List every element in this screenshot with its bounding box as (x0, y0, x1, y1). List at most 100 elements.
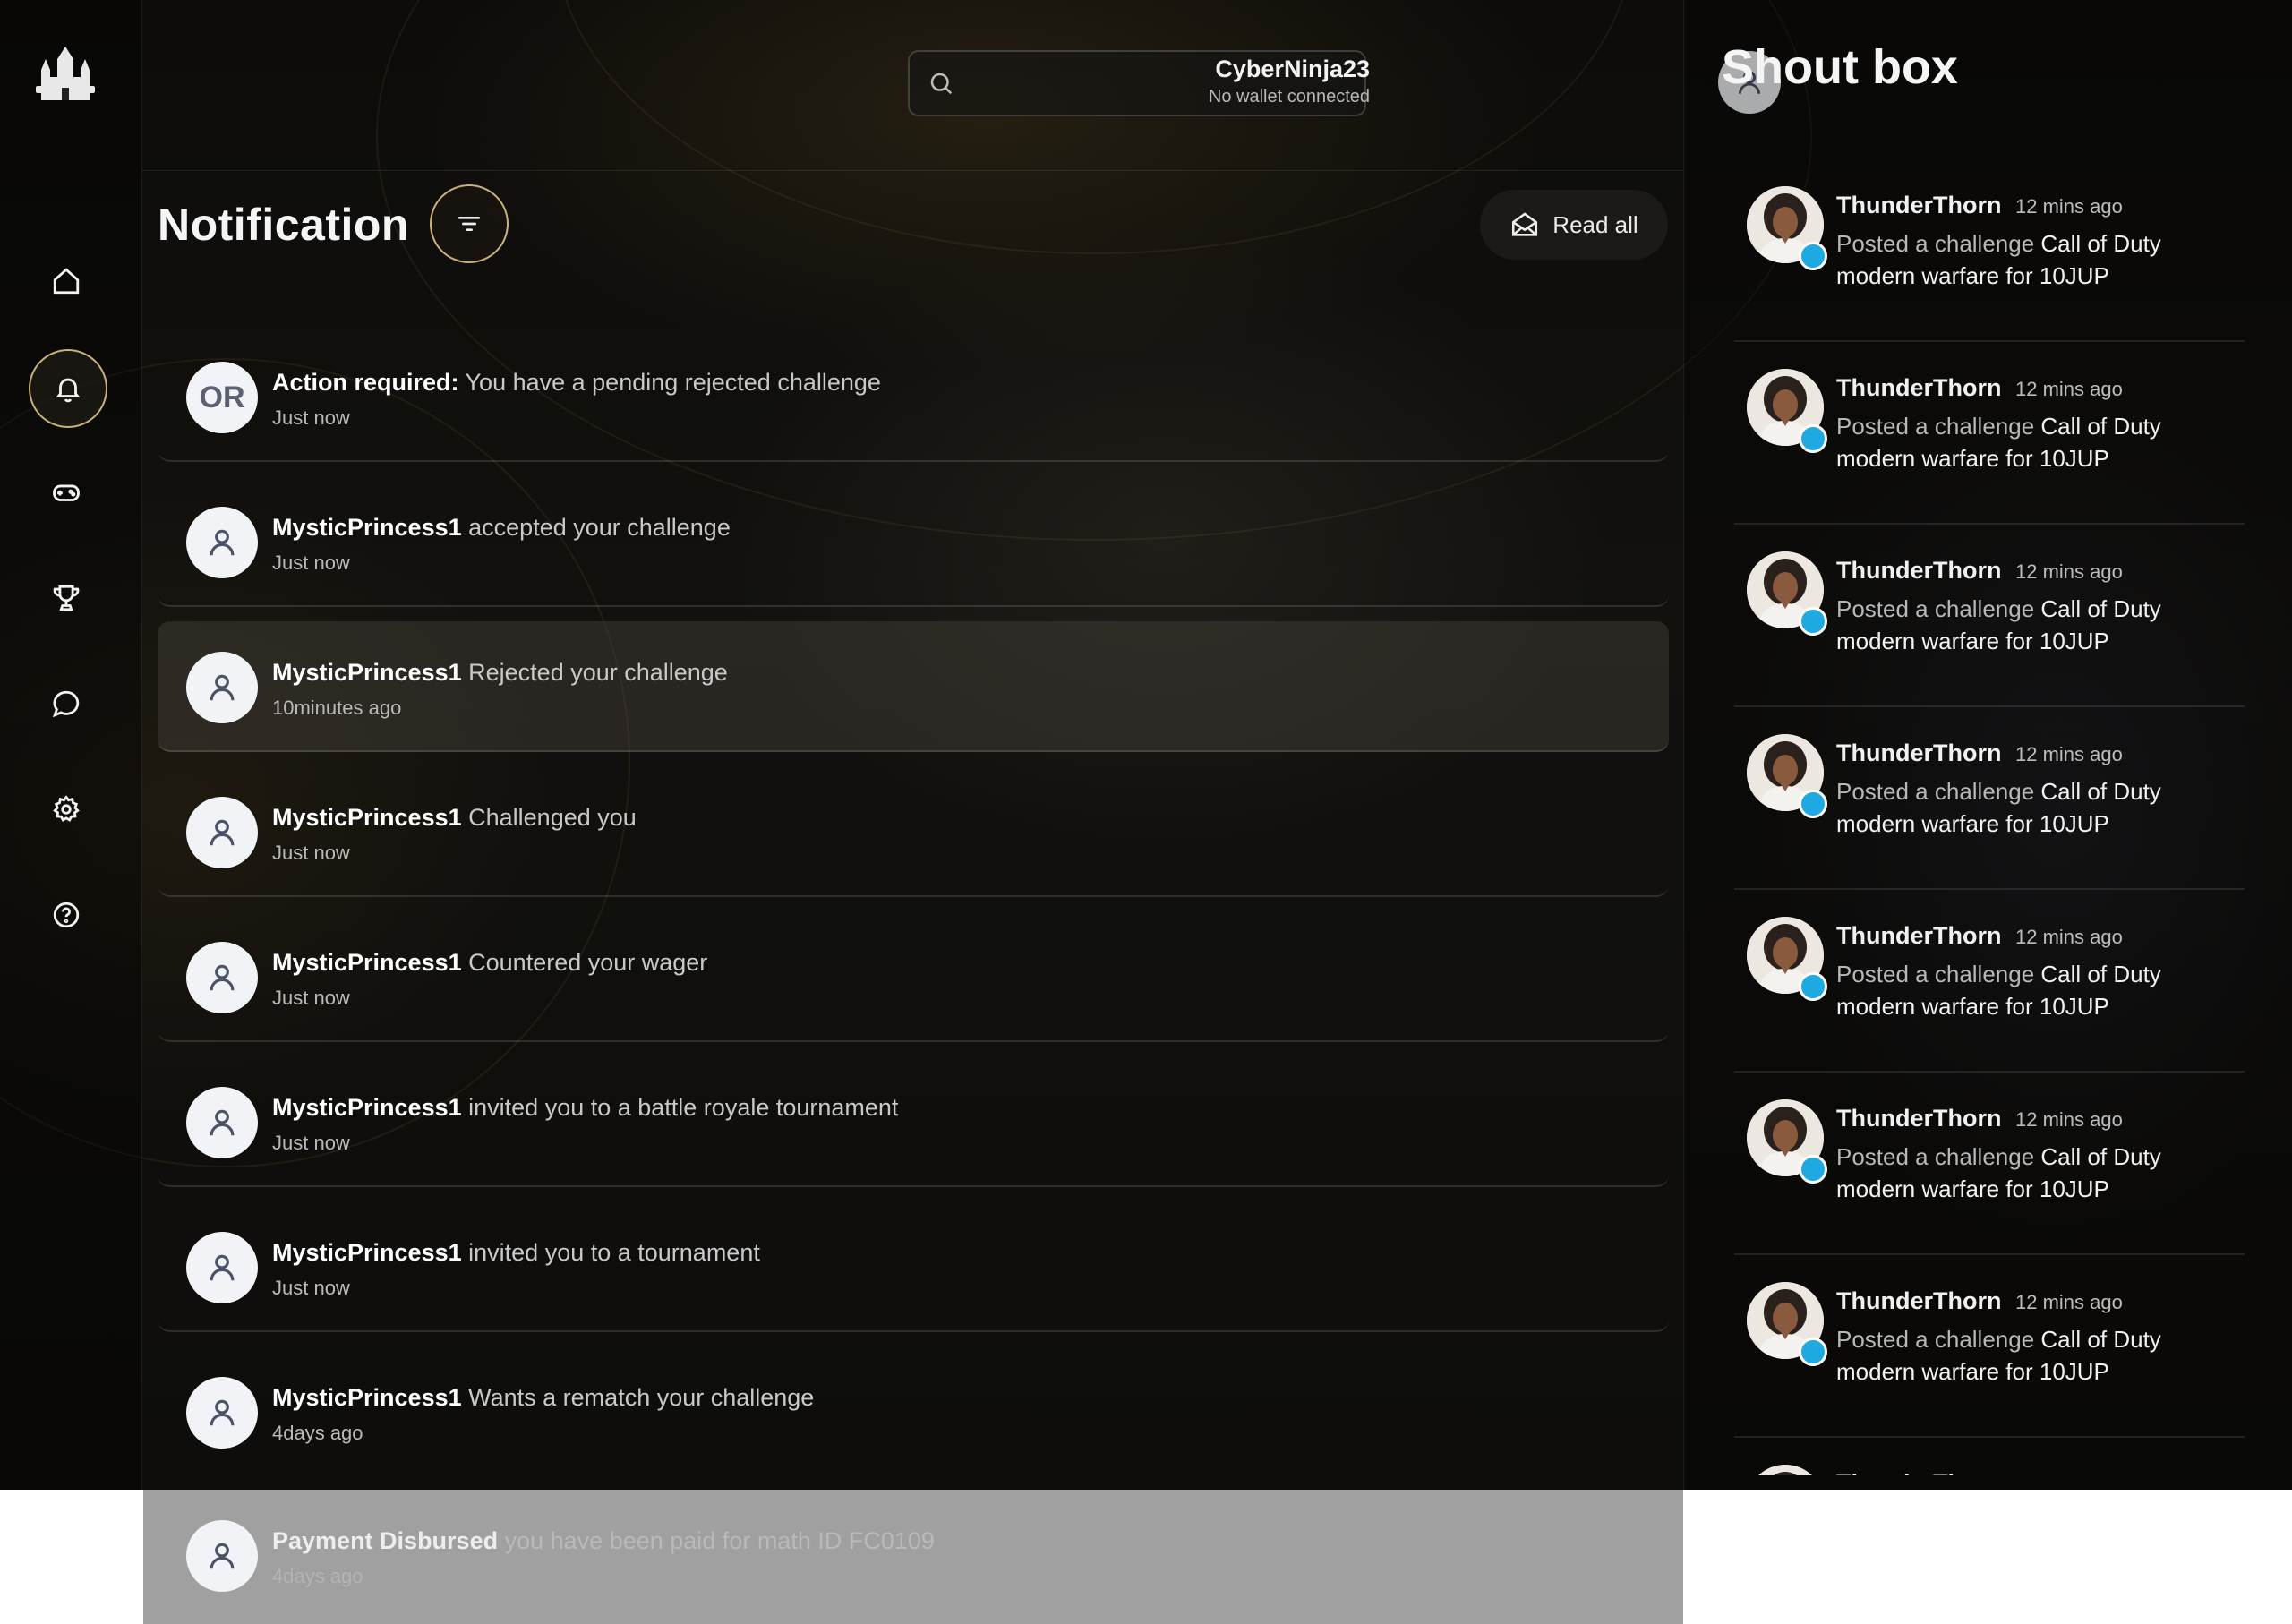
shout-author[interactable]: ThunderThorn (1836, 922, 2001, 950)
shout-message: Posted a challenge Call of Duty modern w… (1836, 227, 2212, 292)
notification-item[interactable]: MysticPrincess1 Challenged you Just now (158, 766, 1669, 897)
avatar (186, 1520, 258, 1592)
notification-item[interactable]: MysticPrincess1 Countered your wager Jus… (158, 911, 1669, 1042)
shout-prefix: Posted a challenge (1836, 1326, 2035, 1353)
shout-message: Posted a challenge Call of Duty modern w… (1836, 1323, 2212, 1388)
notification-actor: MysticPrincess1 (272, 1094, 462, 1121)
nav-games[interactable] (29, 455, 104, 530)
notification-time: Just now (272, 551, 350, 574)
shout-prefix: Posted a challenge (1836, 961, 2035, 987)
shout-time: 12 mins ago (2015, 378, 2123, 400)
shout-author[interactable]: ThunderThorn (1836, 1470, 2001, 1475)
notification-text: Rejected your challenge (468, 659, 728, 686)
shout-time: 12 mins ago (2015, 195, 2123, 218)
notification-time: Just now (272, 406, 350, 429)
shout-item[interactable]: ThunderThorn 12 mins ago Posted a challeng… (1734, 1073, 2245, 1255)
sidebar (0, 0, 142, 1490)
online-status-dot (1799, 607, 1827, 636)
notification-text: Countered your wager (468, 949, 708, 976)
avatar[interactable] (1747, 1465, 1824, 1475)
castle-logo[interactable] (34, 47, 97, 104)
notification-text: invited you to a tournament (468, 1239, 760, 1266)
shout-item[interactable]: ThunderThorn12 mins agoPosted a challeng… (1734, 1438, 2245, 1475)
avatar (186, 797, 258, 868)
shout-box-title: Shout box (1722, 40, 1958, 94)
shout-author[interactable]: ThunderThorn (1836, 739, 2001, 767)
nav-help[interactable] (29, 877, 104, 953)
search-icon (930, 73, 953, 95)
nav-chat[interactable] (29, 666, 104, 741)
shout-author[interactable]: ThunderThorn (1836, 192, 2001, 219)
shout-author[interactable]: ThunderThorn (1836, 1105, 2001, 1133)
notification-actor: MysticPrincess1 (272, 804, 462, 831)
shout-list[interactable]: ThunderThorn 12 mins ago Posted a challeng… (1734, 159, 2245, 1475)
notification-actor: MysticPrincess1 (272, 1384, 462, 1411)
shout-prefix: Posted a challenge (1836, 595, 2035, 622)
avatar (186, 1232, 258, 1303)
notification-item[interactable]: Payment Disbursed you have been paid for… (158, 1490, 1669, 1619)
shout-box: Shout box ThunderThorn 12 mins ago Posted … (1683, 0, 2292, 1490)
app-page: CyberNinja23 No wallet connected Notific… (0, 0, 2292, 1490)
shout-time: 12 mins ago (2015, 1291, 2123, 1313)
shout-time: 12 mins ago (2015, 1474, 2123, 1475)
user-icon (210, 819, 235, 846)
notification-actor: MysticPrincess1 (272, 1239, 462, 1266)
user-icon (210, 1543, 235, 1569)
read-all-button[interactable]: Read all (1480, 190, 1668, 260)
shout-item[interactable]: ThunderThorn 12 mins ago Posted a challeng… (1734, 159, 2245, 342)
top-bar: CyberNinja23 No wallet connected (141, 0, 1781, 171)
notification-actor: Payment Disbursed (272, 1527, 499, 1554)
bell-icon (56, 378, 81, 403)
shout-prefix: Posted a challenge (1836, 778, 2035, 805)
user-icon (210, 674, 235, 701)
shout-item[interactable]: ThunderThorn12 mins agoPosted a challeng… (1734, 707, 2245, 890)
shout-message: Posted a challenge Call of Duty modern w… (1836, 775, 2212, 840)
shout-item[interactable]: ThunderThorn 12 mins ago Posted a challeng… (1734, 1255, 2245, 1438)
read-all-label: Read all (1552, 210, 1638, 238)
notification-item[interactable]: MysticPrincess1 Rejected your challenge … (158, 621, 1669, 752)
notification-actor: MysticPrincess1 (272, 514, 462, 541)
notification-item[interactable]: OR Action required: You have a pending r… (158, 331, 1669, 462)
user-icon (210, 964, 235, 991)
notification-text: invited you to a battle royale tournamen… (468, 1094, 899, 1121)
shout-prefix: Posted a challenge (1836, 413, 2035, 440)
nav-settings[interactable] (29, 772, 104, 847)
notification-item[interactable]: MysticPrincess1 invited you to a tournam… (158, 1201, 1669, 1332)
online-status-dot (1799, 424, 1827, 453)
user-name[interactable]: CyberNinja23 (1215, 56, 1370, 83)
notification-list: OR Action required: You have a pending r… (158, 331, 1669, 1490)
shout-item[interactable]: ThunderThorn 12 mins ago Posted a challeng… (1734, 342, 2245, 525)
online-status-dot (1799, 790, 1827, 818)
notification-item[interactable]: MysticPrincess1 invited you to a battle … (158, 1056, 1669, 1187)
shout-time: 12 mins ago (2015, 1108, 2123, 1131)
notification-text: you have been paid for math ID FC0109 (504, 1527, 935, 1554)
nav-notifications[interactable] (29, 349, 107, 428)
user-icon (210, 1109, 235, 1136)
shout-time: 12 mins ago (2015, 926, 2123, 948)
page-title: Notification (158, 200, 409, 250)
online-status-dot (1799, 1155, 1827, 1184)
notification-item[interactable]: MysticPrincess1 Wants a rematch your cha… (158, 1346, 1669, 1475)
online-status-dot (1799, 242, 1827, 270)
notification-time: Just now (272, 1132, 350, 1154)
shout-message: Posted a challenge Call of Duty modern w… (1836, 593, 2212, 657)
help-icon (53, 902, 80, 928)
notification-item[interactable]: MysticPrincess1 accepted your challenge … (158, 476, 1669, 607)
shout-author[interactable]: ThunderThorn (1836, 1287, 2001, 1315)
envelope-open-icon (1512, 212, 1538, 236)
filter-button[interactable] (430, 184, 509, 263)
home-icon (53, 268, 80, 295)
shout-author[interactable]: ThunderThorn (1836, 557, 2001, 585)
notification-time: 10minutes ago (272, 697, 402, 719)
shout-item[interactable]: ThunderThorn 12 mins ago Posted a challeng… (1734, 890, 2245, 1073)
shout-item[interactable]: ThunderThorn12 mins agoPosted a challeng… (1734, 525, 2245, 707)
nav-home[interactable] (29, 244, 104, 319)
avatar (186, 942, 258, 1013)
nav-trophy[interactable] (29, 560, 104, 636)
user-icon (210, 1254, 235, 1281)
filter-icon (458, 217, 480, 231)
shout-author[interactable]: ThunderThorn (1836, 374, 2001, 402)
notification-text: Challenged you (468, 804, 637, 831)
shout-prefix: Posted a challenge (1836, 1143, 2035, 1170)
notification-time: Just now (272, 987, 350, 1009)
